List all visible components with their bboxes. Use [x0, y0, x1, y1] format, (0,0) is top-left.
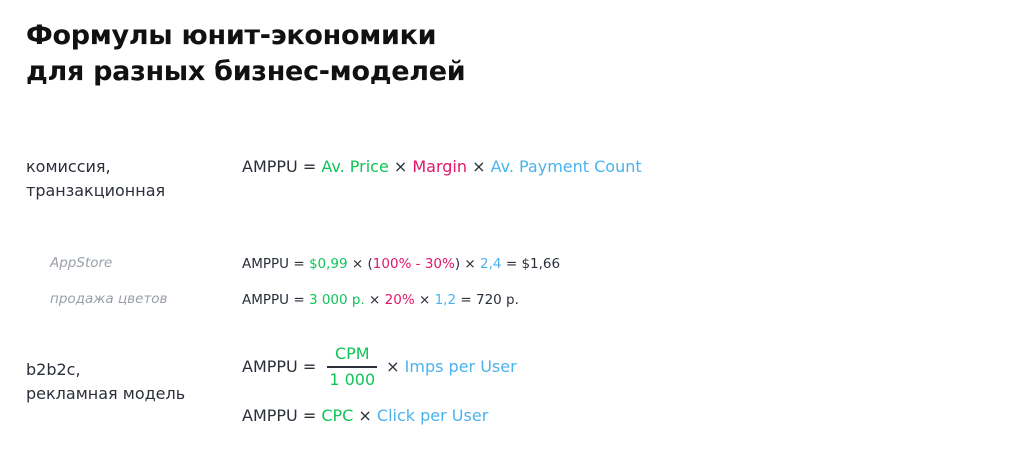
equals-sign: = [297, 406, 322, 425]
multiply-sign: × [353, 406, 377, 425]
equals-sign: = [501, 256, 522, 272]
equals-sign: = [297, 357, 322, 377]
example-label-appstore: AppStore [50, 255, 113, 271]
average-price-term: Av. Price [321, 157, 389, 176]
margin-term: Margin [412, 157, 468, 176]
metric-name: AMPPU [242, 157, 298, 176]
multiply-sign: × [414, 292, 435, 308]
example-formula-flowers: AMPPU = 3 000 р. × 20% × 1,2 = 720 р. [242, 292, 519, 308]
margin-value: 100% - 30% [372, 256, 455, 272]
metric-name: AMPPU [242, 357, 298, 377]
b2b2c-formula-cpm: AMPPU = CPM 1 000 × Imps per User [242, 345, 517, 389]
multiply-sign: × [347, 256, 368, 272]
result-value: 720 р. [475, 292, 519, 308]
page-title-line-1: Формулы юнит-экономики [26, 20, 437, 51]
multiply-sign: × [460, 256, 481, 272]
price-value: 3 000 р. [308, 292, 365, 308]
count-value: 1,2 [434, 292, 457, 308]
b2b2c-label-line-2: рекламная модель [26, 384, 186, 403]
equals-sign: = [289, 292, 309, 308]
fraction-denominator: 1 000 [329, 369, 376, 389]
metric-name: AMPPU [242, 256, 290, 272]
equals-sign: = [297, 157, 322, 176]
b2b2c-label: b2b2c, рекламная модель [26, 358, 185, 406]
commission-label-line-2: транзакционная [26, 181, 166, 200]
margin-value: 20% [384, 292, 415, 308]
page-title-line-2: для разных бизнес-моделей [26, 56, 466, 87]
result-value: $1,66 [521, 256, 561, 272]
multiply-sign: × [388, 157, 413, 176]
equals-sign: = [289, 256, 309, 272]
cpc-term: CPC [321, 406, 354, 425]
fraction-numerator: CPM [334, 344, 370, 363]
page-title: Формулы юнит-экономики для разных бизнес… [26, 18, 466, 90]
price-value: $0,99 [308, 256, 348, 272]
imps-per-user-term: Imps per User [404, 357, 517, 377]
example-label-flowers: продажа цветов [50, 291, 168, 307]
multiply-sign: × [467, 157, 491, 176]
equals-sign: = [456, 292, 476, 308]
multiply-sign: × [386, 357, 405, 377]
multiply-sign: × [364, 292, 385, 308]
commission-label: комиссия, транзакционная [26, 155, 165, 203]
payment-count-term: Av. Payment Count [490, 157, 642, 176]
click-per-user-term: Click per User [376, 406, 489, 425]
b2b2c-label-line-1: b2b2c, [26, 360, 81, 379]
b2b2c-formula-cpc: AMPPU = CPC × Click per User [242, 406, 488, 425]
example-formula-appstore: AMPPU = $0,99 × ( 100% - 30% ) × 2,4 = $… [242, 256, 560, 272]
count-value: 2,4 [480, 256, 502, 272]
metric-name: AMPPU [242, 292, 290, 308]
commission-formula: AMPPU = Av. Price × Margin × Av. Payment… [242, 157, 642, 176]
metric-name: AMPPU [242, 406, 298, 425]
cpm-fraction: CPM 1 000 [327, 344, 378, 389]
commission-label-line-1: комиссия, [26, 157, 111, 176]
